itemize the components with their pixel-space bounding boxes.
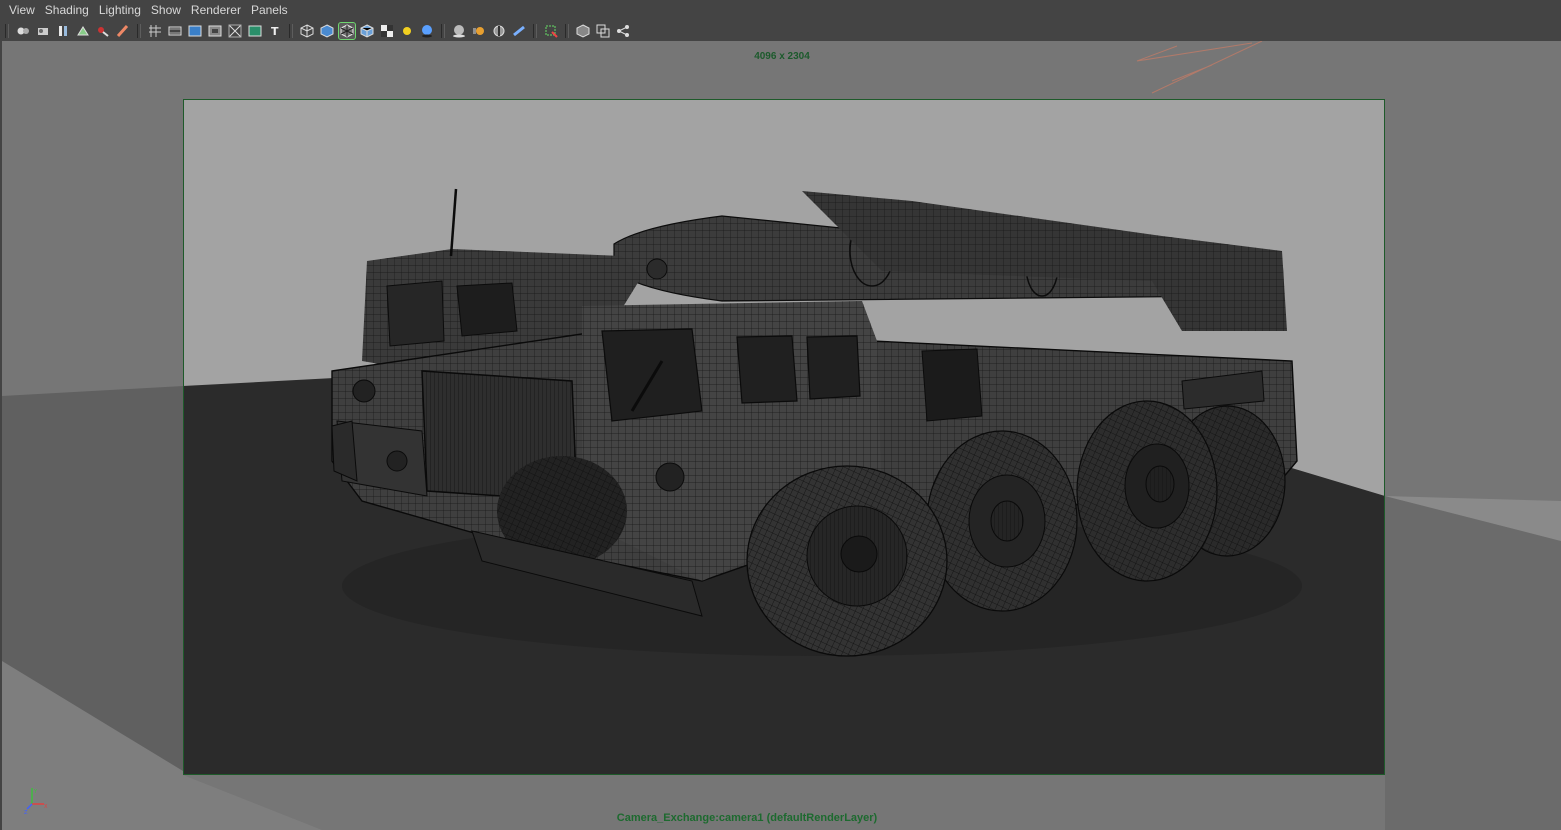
textured-icon[interactable]	[379, 23, 395, 39]
panel-menu-bar: View Shading Lighting Show Renderer Panels	[0, 0, 1561, 21]
resolution-gate-label: 4096 x 2304	[754, 51, 810, 62]
wheel-front-right	[746, 465, 948, 657]
right-floor-plane	[1385, 496, 1561, 830]
view-axis-gizmo: Y X Z	[24, 788, 48, 814]
wheel-mid-right	[926, 430, 1078, 612]
grid-icon[interactable]	[147, 23, 163, 39]
shadows-icon[interactable]	[419, 23, 435, 39]
2d-pan-zoom-icon[interactable]	[95, 23, 111, 39]
toolbar-separator	[533, 24, 537, 38]
wireframe-on-shaded-icon[interactable]	[338, 22, 356, 40]
toolbar-separator	[289, 24, 293, 38]
camera-name-label: Camera_Exchange:camera1 (defaultRenderLa…	[616, 812, 878, 824]
menu-view[interactable]: View	[4, 0, 40, 21]
menu-shading[interactable]: Shading	[40, 0, 94, 21]
depth-of-field-icon[interactable]	[491, 23, 507, 39]
motion-blur-icon[interactable]	[471, 23, 487, 39]
safe-title-icon[interactable]: T	[267, 23, 283, 39]
truck-model-wireframe	[331, 188, 1302, 657]
image-plane-icon[interactable]	[75, 23, 91, 39]
menu-show[interactable]: Show	[146, 0, 186, 21]
3d-viewport[interactable]: 4096 x 2304 Camera_Exchange:camera1 (def…	[2, 41, 1561, 830]
camera-select-icon[interactable]	[15, 23, 31, 39]
menu-panels[interactable]: Panels	[246, 0, 293, 21]
gate-mask-icon[interactable]	[207, 23, 223, 39]
toolbar-separator	[5, 24, 9, 38]
smooth-shade-icon[interactable]	[319, 23, 335, 39]
svg-text:T: T	[271, 25, 279, 38]
flat-shade-icon[interactable]	[359, 23, 375, 39]
xray-joints-icon[interactable]	[615, 23, 631, 39]
xray-icon[interactable]	[575, 23, 591, 39]
bookmark-icon[interactable]	[55, 23, 71, 39]
use-all-lights-icon[interactable]	[399, 23, 415, 39]
resolution-gate-icon[interactable]	[187, 23, 203, 39]
screen-space-ao-icon[interactable]	[451, 23, 467, 39]
axis-x-label: X	[44, 804, 48, 810]
toolbar-separator	[441, 24, 445, 38]
panel-toolbar: T	[0, 21, 1561, 41]
menu-renderer[interactable]: Renderer	[186, 0, 246, 21]
axis-z-label: Z	[24, 810, 28, 814]
grease-pencil-icon[interactable]	[115, 23, 131, 39]
xray-active-components-icon[interactable]	[595, 23, 611, 39]
field-chart-icon[interactable]	[227, 23, 243, 39]
toolbar-separator	[565, 24, 569, 38]
camera-attributes-icon[interactable]	[35, 23, 51, 39]
axis-z-line	[26, 803, 33, 810]
scene-render	[2, 41, 1561, 830]
anti-aliasing-icon[interactable]	[511, 23, 527, 39]
wheel-rear-right-2	[1076, 400, 1218, 582]
safe-action-icon[interactable]	[247, 23, 263, 39]
film-gate-icon[interactable]	[167, 23, 183, 39]
axis-y-label: Y	[33, 789, 38, 795]
wireframe-icon[interactable]	[299, 23, 315, 39]
toolbar-separator	[137, 24, 141, 38]
menu-lighting[interactable]: Lighting	[94, 0, 146, 21]
isolate-select-icon[interactable]	[543, 23, 559, 39]
